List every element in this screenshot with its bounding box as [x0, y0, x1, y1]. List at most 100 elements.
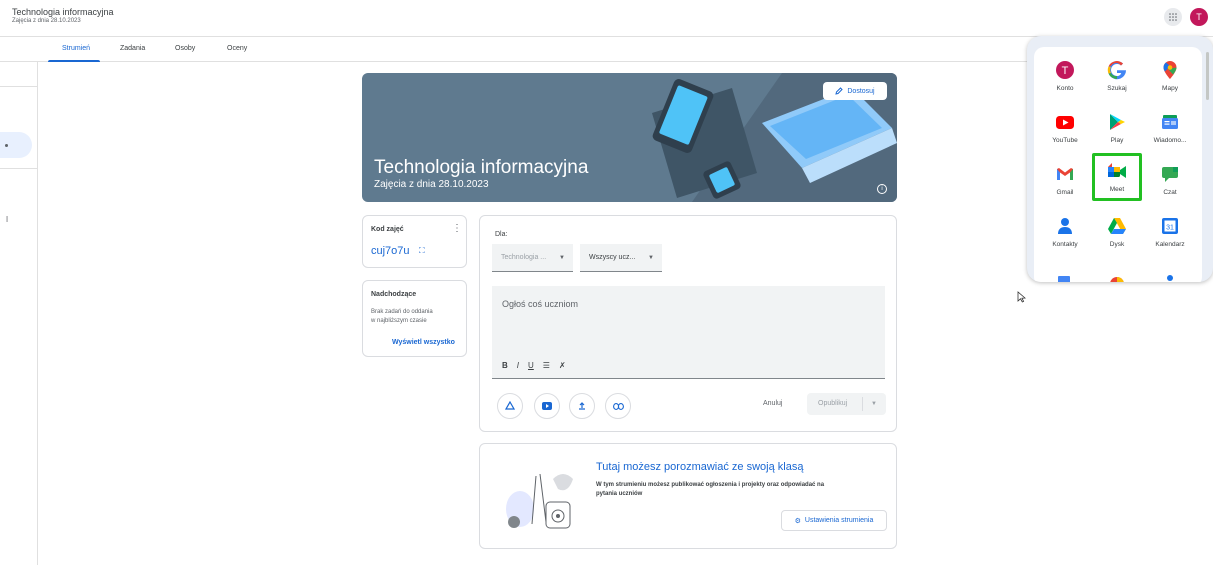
maps-icon: [1160, 60, 1180, 80]
upload-attach-button[interactable]: [569, 393, 595, 419]
info-icon[interactable]: i: [877, 184, 887, 194]
fullscreen-icon[interactable]: ⛶: [419, 246, 425, 256]
news-icon: [1160, 112, 1180, 132]
underline-button[interactable]: U: [528, 361, 534, 370]
format-toolbar: B I U ☰ ✗: [502, 361, 566, 370]
app-label: Wiadomo...: [1153, 137, 1187, 144]
app-label: Play: [1110, 137, 1124, 144]
rail-item-icon[interactable]: ǀ: [6, 215, 8, 224]
caret-down-icon: ▼: [648, 255, 654, 261]
rail-divider: [0, 168, 38, 169]
class-subtitle: Zajęcia z dnia 28.10.2023: [12, 18, 81, 24]
publish-divider: [862, 397, 863, 411]
upcoming-empty-text: Brak zadań do oddania: [371, 309, 433, 315]
app-chat[interactable]: Czat: [1147, 155, 1193, 199]
students-select-value: Wszyscy ucz...: [589, 254, 636, 261]
account-icon: T: [1055, 60, 1075, 80]
partial-app-icons-row: [1058, 275, 1173, 282]
app-label: Gmail: [1056, 189, 1074, 196]
stream-settings-button[interactable]: ⚙ Ustawienia strumienia: [781, 510, 887, 531]
class-select[interactable]: Technologia ... ▼: [492, 244, 573, 272]
class-title[interactable]: Technologia informacyjna: [12, 7, 114, 17]
gmail-icon: [1055, 164, 1075, 184]
mouse-pointer-icon: [1017, 291, 1026, 303]
rail-divider: [0, 86, 38, 87]
chat-icon: [1160, 164, 1180, 184]
banner-title: Technologia informacyjna: [374, 157, 589, 178]
youtube-attach-button[interactable]: [534, 393, 560, 419]
svg-text:31: 31: [1166, 225, 1174, 232]
class-code-label: Kod zajęć: [371, 226, 404, 233]
app-label: Kontakty: [1052, 241, 1078, 248]
class-code-card: Kod zajęć ⋮ cuj7o7u ⛶: [362, 215, 467, 268]
caret-down-icon[interactable]: ▼: [871, 401, 877, 407]
tab-stream[interactable]: Strumień: [62, 45, 90, 52]
active-tab-indicator: [48, 60, 100, 62]
stream-empty-card: Tutaj możesz porozmawiać ze swoją klasą …: [479, 443, 897, 549]
top-header: Technologia informacyjna Zajęcia z dnia …: [0, 0, 1213, 36]
app-calendar[interactable]: 31 Kalendarz: [1147, 207, 1193, 251]
caret-down-icon: ▼: [559, 255, 565, 261]
app-label: Mapy: [1162, 85, 1178, 92]
contacts-icon: [1055, 216, 1075, 236]
apps-grid: T Konto Szukaj Mapy YouTube Play Wiadomo…: [1034, 47, 1202, 282]
customize-button[interactable]: Dostosuj: [823, 82, 887, 100]
bulleted-list-icon[interactable]: ☰: [543, 361, 550, 370]
announcement-composer: Dla: Technologia ... ▼ Wszyscy ucz... ▼ …: [479, 215, 897, 432]
rail-item-icon: [5, 144, 8, 147]
class-banner: Technologia informacyjna Zajęcia z dnia …: [362, 73, 897, 202]
app-label: Kalendarz: [1155, 241, 1185, 248]
upload-icon: [579, 402, 585, 410]
app-label: Konto: [1056, 85, 1074, 92]
tab-people[interactable]: Osoby: [175, 45, 195, 52]
link-attach-button[interactable]: [605, 393, 631, 419]
google-apps-launcher: T Konto Szukaj Mapy YouTube Play Wiadomo…: [1027, 36, 1213, 282]
app-play[interactable]: Play: [1094, 103, 1140, 147]
app-label: Meet: [1109, 186, 1125, 193]
upcoming-card: Nadchodzące Brak zadań do oddania w najb…: [362, 280, 467, 357]
app-drive[interactable]: Dysk: [1094, 207, 1140, 251]
banner-subtitle: Zajęcia z dnia 28.10.2023: [374, 179, 489, 190]
drive-attach-button[interactable]: [497, 393, 523, 419]
calendar-icon: 31: [1160, 216, 1180, 236]
stream-illustration: [506, 473, 573, 529]
more-vert-icon[interactable]: ⋮: [452, 223, 462, 234]
publish-button[interactable]: Opublikuj ▼: [807, 393, 886, 415]
app-youtube[interactable]: YouTube: [1042, 103, 1088, 147]
class-select-value: Technologia ...: [501, 254, 547, 261]
for-label: Dla:: [495, 231, 508, 238]
italic-button[interactable]: I: [517, 361, 519, 370]
app-gmail[interactable]: Gmail: [1042, 155, 1088, 199]
students-select[interactable]: Wszyscy ucz... ▼: [580, 244, 662, 272]
pencil-icon: [835, 87, 844, 95]
cancel-button[interactable]: Anuluj: [763, 400, 782, 407]
app-maps[interactable]: Mapy: [1147, 51, 1193, 95]
app-account[interactable]: T Konto: [1042, 51, 1088, 95]
announcement-placeholder: Ogłoś coś uczniom: [502, 299, 579, 309]
app-search[interactable]: Szukaj: [1094, 51, 1140, 95]
gear-icon: ⚙: [794, 517, 801, 525]
google-apps-button[interactable]: [1164, 8, 1182, 26]
app-label: Dysk: [1109, 241, 1125, 248]
play-icon: [1107, 112, 1127, 132]
youtube-icon: [542, 402, 552, 410]
bold-button[interactable]: B: [502, 361, 508, 370]
announcement-input[interactable]: Ogłoś coś uczniom B I U ☰ ✗: [492, 286, 885, 379]
app-meet[interactable]: Meet: [1092, 153, 1142, 201]
drive-icon: [505, 401, 515, 410]
upcoming-empty-text: w najbliższym czasie: [371, 318, 427, 324]
clear-format-icon[interactable]: ✗: [559, 361, 566, 370]
google-search-icon: [1107, 60, 1127, 80]
app-news[interactable]: Wiadomo...: [1147, 103, 1193, 147]
publish-label: Opublikuj: [818, 400, 848, 407]
svg-text:T: T: [1062, 65, 1069, 77]
tab-assignments[interactable]: Zadania: [120, 45, 145, 52]
app-contacts[interactable]: Kontakty: [1042, 207, 1088, 251]
launcher-scrollbar[interactable]: [1206, 52, 1209, 100]
app-label: YouTube: [1052, 137, 1078, 144]
stream-empty-title: Tutaj możesz porozmawiać ze swoją klasą: [596, 461, 804, 473]
drive-icon: [1107, 216, 1127, 236]
view-all-link[interactable]: Wyświetl wszystko: [392, 339, 455, 346]
account-avatar[interactable]: T: [1190, 8, 1208, 26]
tab-grades[interactable]: Oceny: [227, 45, 247, 52]
